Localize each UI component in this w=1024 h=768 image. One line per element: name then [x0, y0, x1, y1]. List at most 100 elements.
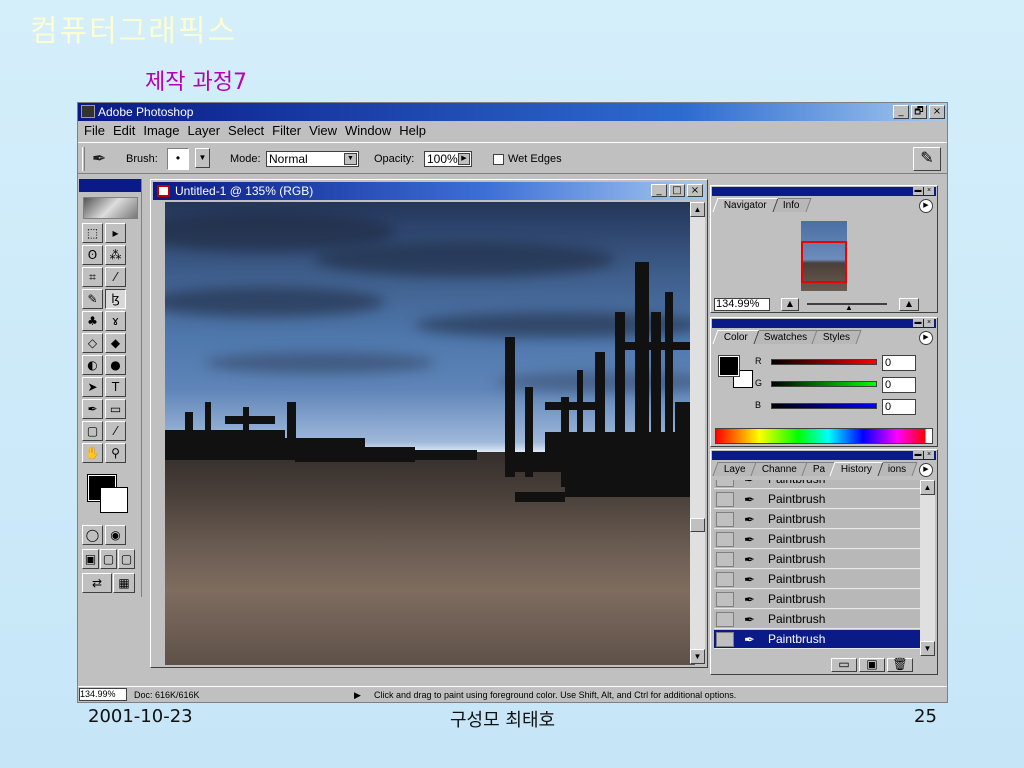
jump-to-imageready-icon[interactable]: ⇄ — [82, 573, 112, 593]
history-source-checkbox[interactable] — [716, 492, 734, 507]
path-select-icon[interactable]: ➤ — [82, 377, 103, 397]
history-source-checkbox[interactable] — [716, 532, 734, 547]
zoom-out-icon[interactable]: ▲ — [781, 298, 799, 311]
zoom-in-icon[interactable]: ▲ — [899, 298, 919, 311]
history-state[interactable]: ✒ Paintbrush — [714, 630, 922, 649]
history-state[interactable]: ✒ Paintbrush — [714, 490, 922, 509]
zoom-icon[interactable]: ⚲ — [105, 443, 126, 463]
eraser-icon[interactable]: ◇ — [82, 333, 103, 353]
history-scrollbar[interactable]: ▲ ▼ — [920, 480, 935, 656]
stamp-icon[interactable]: ♣ — [82, 311, 103, 331]
magic-wand-icon[interactable]: ⁂ — [105, 245, 126, 265]
tab-navigator[interactable]: Navigator — [712, 198, 779, 212]
blue-value-field[interactable]: 0 — [882, 399, 916, 415]
panel-close-button[interactable]: × — [924, 187, 934, 195]
document-minimize-button[interactable]: _ — [651, 184, 667, 197]
menu-edit[interactable]: Edit — [113, 121, 143, 141]
scroll-thumb[interactable] — [690, 518, 705, 532]
panel-close-button[interactable]: × — [924, 451, 934, 459]
notes-icon[interactable]: ▢ — [82, 421, 103, 441]
tab-swatches[interactable]: Swatches — [752, 330, 819, 344]
history-state[interactable]: ✒ Paintbrush — [714, 590, 922, 609]
scroll-up-icon[interactable]: ▲ — [690, 202, 705, 217]
panel-minimize-button[interactable]: ▬ — [913, 319, 923, 327]
new-snapshot-icon[interactable]: ▣ — [859, 658, 885, 672]
wet-edges-checkbox[interactable] — [493, 154, 504, 165]
history-state[interactable]: ✒ Paintbrush — [714, 480, 922, 489]
menu-help[interactable]: Help — [399, 121, 434, 141]
imageready-icon[interactable]: ▦ — [113, 573, 135, 593]
restore-button[interactable]: 🗗 — [911, 105, 927, 119]
red-slider[interactable] — [771, 359, 877, 365]
color-foreground-swatch[interactable] — [718, 355, 740, 377]
history-state[interactable]: ✒ Paintbrush — [714, 550, 922, 569]
panel-minimize-button[interactable]: ▬ — [913, 187, 923, 195]
scroll-down-icon[interactable]: ▼ — [690, 649, 705, 664]
panel-menu-icon[interactable]: ▶ — [919, 463, 933, 477]
options-bar-grip[interactable] — [82, 147, 85, 171]
navigator-zoom-field[interactable]: 134.99% — [714, 298, 770, 311]
hand-icon[interactable]: ✋ — [82, 443, 103, 463]
dodge-icon[interactable]: ● — [105, 355, 126, 375]
history-source-checkbox[interactable] — [716, 512, 734, 527]
menu-image[interactable]: Image — [143, 121, 187, 141]
history-state[interactable]: ✒ Paintbrush — [714, 510, 922, 529]
history-source-checkbox[interactable] — [716, 480, 734, 487]
tab-color[interactable]: Color — [712, 330, 760, 344]
menu-file[interactable]: File — [84, 121, 113, 141]
slice-icon[interactable]: ⁄ — [105, 267, 126, 287]
menu-filter[interactable]: Filter — [272, 121, 309, 141]
color-spectrum-bar[interactable] — [715, 428, 933, 444]
file-browser-icon[interactable]: ✎ — [913, 147, 941, 171]
brush-preset-picker[interactable]: • — [167, 148, 189, 170]
photoshop-logo[interactable] — [83, 197, 138, 219]
crop-icon[interactable]: ⌗ — [82, 267, 103, 287]
tab-channels[interactable]: Channe — [750, 462, 809, 476]
status-arrow-icon[interactable]: ▶ — [354, 687, 361, 703]
opacity-field[interactable]: 100% ▶ — [424, 151, 472, 167]
red-value-field[interactable]: 0 — [882, 355, 916, 371]
app-titlebar[interactable]: Adobe Photoshop _ 🗗 × — [78, 103, 947, 121]
document-close-button[interactable]: × — [687, 184, 703, 197]
lasso-icon[interactable]: ʘ — [82, 245, 103, 265]
history-source-checkbox[interactable] — [716, 572, 734, 587]
menu-view[interactable]: View — [309, 121, 345, 141]
blue-slider[interactable] — [771, 403, 877, 409]
zoom-slider-thumb[interactable]: ▲ — [845, 303, 853, 312]
history-source-checkbox[interactable] — [716, 612, 734, 627]
menu-window[interactable]: Window — [345, 121, 399, 141]
standard-mode-icon[interactable]: ◯ — [82, 525, 103, 545]
type-icon[interactable]: T — [105, 377, 126, 397]
tab-styles[interactable]: Styles — [811, 330, 863, 344]
panel-menu-icon[interactable]: ▶ — [919, 199, 933, 213]
panel-minimize-button[interactable]: ▬ — [913, 451, 923, 459]
history-brush-icon[interactable]: ɤ — [105, 311, 126, 331]
close-button[interactable]: × — [929, 105, 945, 119]
document-maximize-button[interactable]: □ — [669, 184, 685, 197]
quick-mask-icon[interactable]: ◉ — [105, 525, 126, 545]
toolbox-titlebar[interactable] — [79, 179, 141, 192]
document-vertical-scrollbar[interactable]: ▲ ▼ — [690, 202, 705, 664]
document-titlebar[interactable]: Untitled-1 @ 135% (RGB) _ □ × — [153, 182, 705, 200]
panel-menu-icon[interactable]: ▶ — [919, 331, 933, 345]
move-icon[interactable]: ▸ — [105, 223, 126, 243]
tab-history[interactable]: History — [829, 462, 884, 476]
green-value-field[interactable]: 0 — [882, 377, 916, 393]
full-screen-icon[interactable]: ▢ — [118, 549, 135, 569]
eyedropper-icon[interactable]: ⁄ — [105, 421, 126, 441]
brush-icon[interactable]: ɮ — [105, 289, 126, 309]
color-panel-titlebar[interactable]: ▬ × — [712, 319, 936, 328]
rectangle-icon[interactable]: ▭ — [105, 399, 126, 419]
pen-icon[interactable]: ✒ — [82, 399, 103, 419]
new-document-from-state-icon[interactable]: ▭ — [831, 658, 857, 672]
history-state[interactable]: ✒ Paintbrush — [714, 530, 922, 549]
history-source-checkbox[interactable] — [716, 592, 734, 607]
navigator-panel-titlebar[interactable]: ▬ × — [712, 187, 936, 196]
history-source-checkbox[interactable] — [716, 552, 734, 567]
brush-dropdown-button[interactable]: ▼ — [195, 148, 210, 168]
status-zoom-field[interactable]: 134.99% — [79, 688, 127, 701]
menu-select[interactable]: Select — [228, 121, 272, 141]
background-color-swatch[interactable] — [100, 487, 128, 513]
healing-icon[interactable]: ✎ — [82, 289, 103, 309]
navigator-view-box[interactable] — [801, 241, 847, 283]
